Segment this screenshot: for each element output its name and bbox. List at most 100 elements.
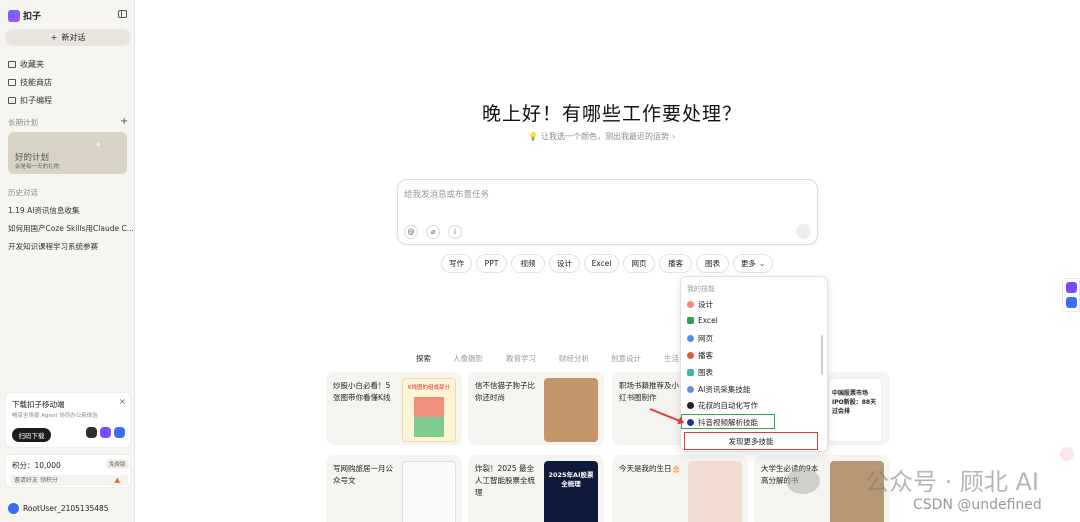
history-label: 历史对话 (8, 188, 38, 197)
web-icon (687, 335, 694, 342)
mascots (86, 427, 125, 438)
add-plan-icon[interactable]: + (120, 116, 128, 127)
card-title: 炸裂！2025 最全人工智能股票全梳理 (475, 464, 535, 497)
nav-coze-coding[interactable]: 扣子编程 (8, 95, 52, 106)
assistant-icon[interactable] (1066, 282, 1077, 293)
ai-news-icon (687, 386, 694, 393)
discover-more-skills-button[interactable]: 发现更多技能 (684, 432, 818, 450)
translate-icon[interactable] (1066, 297, 1077, 308)
code-icon (8, 97, 16, 104)
card-title: 信不信猫子狗子比你还时尚 (475, 381, 535, 402)
mobile-download-card: 下载扣子移动端 × 畅享全场景 Agent 协同办公新体验 扫码下载 (5, 392, 131, 448)
side-widget[interactable] (1062, 278, 1080, 312)
auto-writing-icon (687, 402, 694, 409)
watermark: 公众号 · 顾北 AI (865, 468, 1040, 496)
skill-label: Excel (698, 316, 718, 325)
candlestick-illustration (414, 397, 444, 437)
hint-suggestion[interactable]: 💡 让我选一个颜色，测出我最近的运势 › (528, 131, 675, 142)
podcast-icon (687, 352, 694, 359)
gift-bow-icon: ✦ (94, 140, 103, 151)
card-title: 职场书籍推荐及小红书图制作 (619, 381, 679, 402)
tab-finance[interactable]: 财经分析 (559, 353, 589, 364)
chip-video[interactable]: 视频 (511, 254, 545, 273)
username: RootUser_2105135485 (23, 504, 109, 513)
skill-label: 设计 (698, 300, 713, 309)
skill-item-ai-news[interactable]: AI资讯采集技能 (687, 384, 750, 395)
nav-skill-store-label: 技能商店 (20, 78, 52, 87)
tab-life[interactable]: 生活 (664, 353, 679, 364)
plan-card[interactable]: ✦ 好的计划 会是每一天的礼物 (8, 132, 127, 174)
collapse-sidebar-icon[interactable] (118, 10, 127, 18)
skill-item-chart[interactable]: 图表 (687, 367, 713, 378)
dropdown-scrollbar[interactable] (821, 335, 823, 375)
points-label: 积分： (12, 461, 35, 470)
skill-label: 网页 (698, 334, 713, 343)
tab-portrait[interactable]: 人像摄影 (453, 353, 483, 364)
plan-badge: 免费版 (106, 459, 129, 469)
chip-more[interactable]: 更多 ⌄ (733, 254, 773, 273)
chip-excel[interactable]: Excel (584, 254, 619, 273)
mobile-subtitle: 畅享全场景 Agent 协同办公新体验 (12, 413, 98, 419)
mobile-title: 下载扣子移动端 (12, 400, 65, 409)
history-item[interactable]: 开发知识课程学习系统参赛 (8, 241, 98, 252)
at-icon[interactable]: @ (404, 225, 418, 239)
chip-podcast[interactable]: 播客 (659, 254, 692, 273)
input-placeholder: 给我发消息或布置任务 (404, 190, 490, 200)
chip-web[interactable]: 网页 (623, 254, 655, 273)
message-input[interactable]: 给我发消息或布置任务 @ ⌀ i (397, 179, 818, 245)
explore-card[interactable]: 炸裂！2025 最全人工智能股票全梳理 2025年AI股票全梳理 (468, 455, 604, 522)
chip-writing[interactable]: 写作 (441, 254, 472, 273)
skill-item-web[interactable]: 网页 (687, 333, 713, 344)
skill-item-douyin-parser[interactable]: 抖音视频解析技能 (687, 417, 758, 428)
chip-ppt[interactable]: PPT (476, 254, 507, 273)
points-card: 积分：10,000 免费版 邀请好友 领积分 ▲ (5, 454, 131, 488)
brand[interactable]: 扣子 (8, 9, 41, 22)
tab-explore[interactable]: 探索 (416, 353, 431, 364)
send-button[interactable] (796, 224, 811, 239)
floating-help-icon[interactable] (1060, 447, 1074, 461)
skill-item-design[interactable]: 设计 (687, 299, 713, 310)
points-value: 10,000 (34, 461, 61, 470)
invite-friends-button[interactable]: 邀请好友 领积分 ▲ (10, 475, 128, 486)
attachment-icon[interactable]: ⌀ (426, 225, 440, 239)
history-item[interactable]: 如何用国产Coze Skills用Claude C... (8, 223, 134, 234)
explore-card[interactable]: 写网购旅居一月公众号文 (326, 455, 462, 522)
plus-icon: + (50, 33, 58, 42)
douyin-icon (687, 419, 694, 426)
sidebar: 扣子 + 新对话 收藏夹 技能商店 扣子编程 长期计划 + ✦ 好的计划 会是每… (0, 0, 135, 522)
new-chat-button[interactable]: + 新对话 (5, 29, 131, 46)
tab-education[interactable]: 教育学习 (506, 353, 536, 364)
new-chat-label: 新对话 (61, 33, 86, 42)
explore-card[interactable]: 今天是我的生日🎂 (612, 455, 748, 522)
chip-chart[interactable]: 图表 (696, 254, 729, 273)
skill-item-excel[interactable]: Excel (687, 316, 718, 325)
card-image: 中国股票市场IPO新股：88天过会排 (828, 378, 882, 442)
fire-icon: ▲ (114, 476, 120, 484)
mascot-icon (114, 427, 125, 438)
chevron-right-icon: › (671, 132, 676, 141)
nav-coze-coding-label: 扣子编程 (20, 96, 52, 105)
close-icon[interactable]: × (119, 397, 126, 406)
explore-card[interactable]: 信不信猫子狗子比你还时尚 (468, 372, 604, 445)
scan-download-button[interactable]: 扫码下载 (12, 428, 51, 442)
csdn-watermark: CSDN @undefined (913, 497, 1042, 513)
history-item[interactable]: 1.19 AI资讯信息收集 (8, 205, 79, 216)
card-title: 炒股小白必看！5张图带你看懂K线 (333, 381, 391, 402)
hint-text: 让我选一个颜色，测出我最近的运势 (540, 132, 669, 141)
coze-logo-icon (8, 9, 20, 22)
chip-design[interactable]: 设计 (549, 254, 580, 273)
user-profile[interactable]: RootUser_2105135485 (8, 503, 109, 514)
tab-creative[interactable]: 创意设计 (611, 353, 641, 364)
card-image: 2025年AI股票全梳理 (544, 461, 598, 522)
nav-favorites-label: 收藏夹 (20, 60, 44, 69)
chart-icon (687, 369, 694, 376)
nav-favorites[interactable]: 收藏夹 (8, 59, 44, 70)
excel-icon (687, 317, 694, 324)
explore-card[interactable]: 炒股小白必看！5张图带你看懂K线 K线图的组成部分 (326, 372, 462, 445)
skill-item-auto-writing[interactable]: 花叔的自动化写作 (687, 400, 758, 411)
card-image-text: K线图的组成部分 (407, 385, 451, 391)
card-image (402, 461, 456, 522)
nav-skill-store[interactable]: 技能商店 (8, 77, 52, 88)
bulb-icon[interactable]: i (448, 225, 462, 239)
skill-item-podcast[interactable]: 播客 (687, 350, 713, 361)
